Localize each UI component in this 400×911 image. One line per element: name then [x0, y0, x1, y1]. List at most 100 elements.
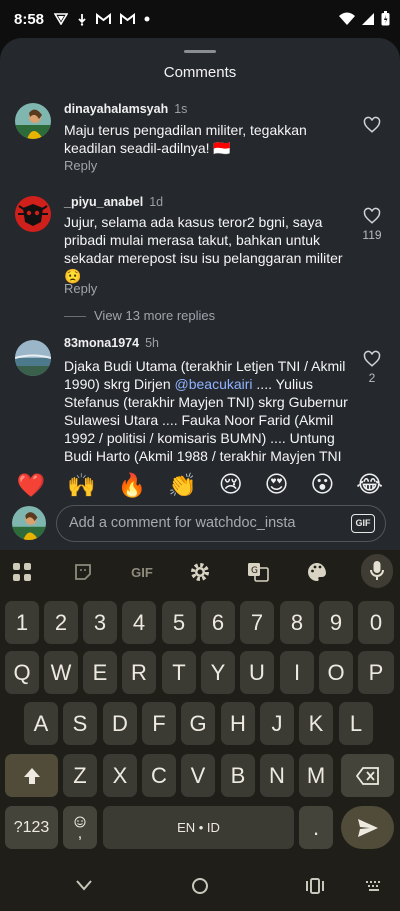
emoji-button[interactable]: 😍	[265, 472, 289, 498]
comment-time: 1s	[174, 102, 188, 116]
comment-time: 1d	[149, 195, 164, 209]
shift-icon	[23, 767, 40, 784]
palette-icon[interactable]	[305, 560, 329, 584]
key-z[interactable]: Z	[63, 754, 97, 797]
key-l[interactable]: L	[339, 702, 373, 745]
keyboard-switch-icon[interactable]	[366, 881, 382, 892]
key-7[interactable]: 7	[240, 601, 274, 644]
reply-button[interactable]: Reply	[64, 281, 97, 296]
key-o[interactable]: O	[319, 651, 353, 694]
emoji-button[interactable]: 👏	[168, 472, 197, 499]
emoji-button[interactable]: 😢	[219, 472, 243, 498]
key-0[interactable]: 0	[358, 601, 394, 644]
comments-sheet: Comments dinayahalamsyah 1s Maju terus pe…	[0, 38, 400, 550]
key-9[interactable]: 9	[319, 601, 353, 644]
key-i[interactable]: I	[280, 651, 314, 694]
like-heart-icon[interactable]	[363, 116, 381, 134]
gif-icon[interactable]: GIF	[126, 560, 158, 584]
key-5[interactable]: 5	[162, 601, 196, 644]
avatar[interactable]	[15, 340, 51, 376]
avatar[interactable]	[15, 196, 51, 232]
comment-input-placeholder: Add a comment for watchdoc_insta	[69, 515, 296, 531]
comment-input[interactable]: Add a comment for watchdoc_insta GIF	[56, 505, 386, 542]
key-n[interactable]: N	[260, 754, 294, 797]
backspace-icon	[355, 766, 379, 785]
avatar[interactable]	[15, 103, 51, 139]
screen: 8:58 Comments dinayahalamsyah 1s Maju ter…	[0, 0, 400, 911]
sheet-drag-handle[interactable]	[184, 50, 216, 53]
space-key[interactable]: EN • ID	[103, 806, 294, 849]
like-heart-icon[interactable]	[363, 350, 381, 368]
emoji-button[interactable]: 🙌	[67, 472, 96, 499]
key-p[interactable]: P	[358, 651, 394, 694]
comment-text: Maju terus pengadilan militer, tegakkan …	[64, 122, 307, 156]
backspace-key[interactable]	[341, 754, 394, 797]
key-a[interactable]: A	[24, 702, 58, 745]
emoji-button[interactable]: 😮	[310, 472, 334, 498]
key-v[interactable]: V	[181, 754, 215, 797]
key-y[interactable]: Y	[201, 651, 235, 694]
key-b[interactable]: B	[221, 754, 255, 797]
key-1[interactable]: 1	[5, 601, 39, 644]
key-m[interactable]: M	[299, 754, 333, 797]
navigation-bar	[0, 861, 400, 911]
apps-grid-icon[interactable]	[10, 560, 34, 584]
emoji-button[interactable]: 😂	[356, 472, 383, 498]
key-f[interactable]: F	[142, 702, 176, 745]
reply-button[interactable]: Reply	[64, 158, 97, 173]
shift-key[interactable]	[5, 754, 58, 797]
status-time: 8:58	[14, 10, 45, 28]
avatar	[12, 506, 46, 540]
comment-username[interactable]: dinayahalamsyah 1s	[64, 102, 187, 116]
key-k[interactable]: K	[299, 702, 333, 745]
key-6[interactable]: 6	[201, 601, 235, 644]
comment-username[interactable]: _piyu_anabel 1d	[64, 195, 163, 209]
key-2[interactable]: 2	[44, 601, 78, 644]
symbols-key[interactable]: ?123	[5, 806, 58, 849]
status-bar: 8:58	[0, 0, 400, 38]
recents-icon[interactable]	[306, 878, 324, 894]
key-8[interactable]: 8	[280, 601, 314, 644]
comment-text: Jujur, selama ada kasus teror2 bgni, say…	[64, 214, 343, 284]
key-q[interactable]: Q	[5, 651, 39, 694]
home-icon[interactable]	[191, 877, 209, 895]
mention-link[interactable]: @beacukairi	[175, 376, 253, 392]
key-s[interactable]: S	[63, 702, 97, 745]
translate-icon[interactable]: G	[246, 560, 270, 584]
key-h[interactable]: H	[221, 702, 255, 745]
key-3[interactable]: 3	[83, 601, 117, 644]
emoji-button[interactable]: ❤️	[17, 472, 46, 499]
downloader-icon	[78, 13, 86, 26]
settings-icon[interactable]	[188, 560, 212, 584]
gif-button[interactable]: GIF	[351, 514, 375, 533]
sticker-icon[interactable]	[71, 560, 95, 584]
gmail-icon	[120, 13, 136, 24]
key-x[interactable]: X	[103, 754, 137, 797]
back-icon[interactable]	[75, 879, 93, 891]
key-c[interactable]: C	[142, 754, 176, 797]
key-j[interactable]: J	[260, 702, 294, 745]
key-u[interactable]: U	[240, 651, 274, 694]
comma-label: ,	[77, 824, 83, 842]
key-4[interactable]: 4	[122, 601, 156, 644]
view-more-replies-button[interactable]: View 13 more replies	[64, 308, 215, 323]
like-count: 2	[368, 371, 376, 385]
key-w[interactable]: W	[44, 651, 78, 694]
mic-icon[interactable]	[361, 554, 393, 588]
key-r[interactable]: R	[122, 651, 156, 694]
emoji-button[interactable]: 🔥	[118, 472, 147, 499]
battery-icon	[381, 11, 390, 26]
like-count: 119	[362, 228, 382, 242]
status-right-icons	[339, 11, 390, 26]
emoji-comma-key[interactable]: ,	[63, 806, 97, 849]
sheet-title: Comments	[163, 64, 237, 81]
like-heart-icon[interactable]	[363, 207, 381, 225]
key-t[interactable]: T	[162, 651, 196, 694]
comment-input-row: Add a comment for watchdoc_insta GIF	[0, 505, 400, 550]
key-e[interactable]: E	[83, 651, 117, 694]
key-g[interactable]: G	[181, 702, 215, 745]
comment-username[interactable]: 83mona1974 5h	[64, 336, 159, 350]
key-d[interactable]: D	[103, 702, 137, 745]
send-key[interactable]	[341, 806, 394, 849]
period-key[interactable]: .	[299, 806, 333, 849]
